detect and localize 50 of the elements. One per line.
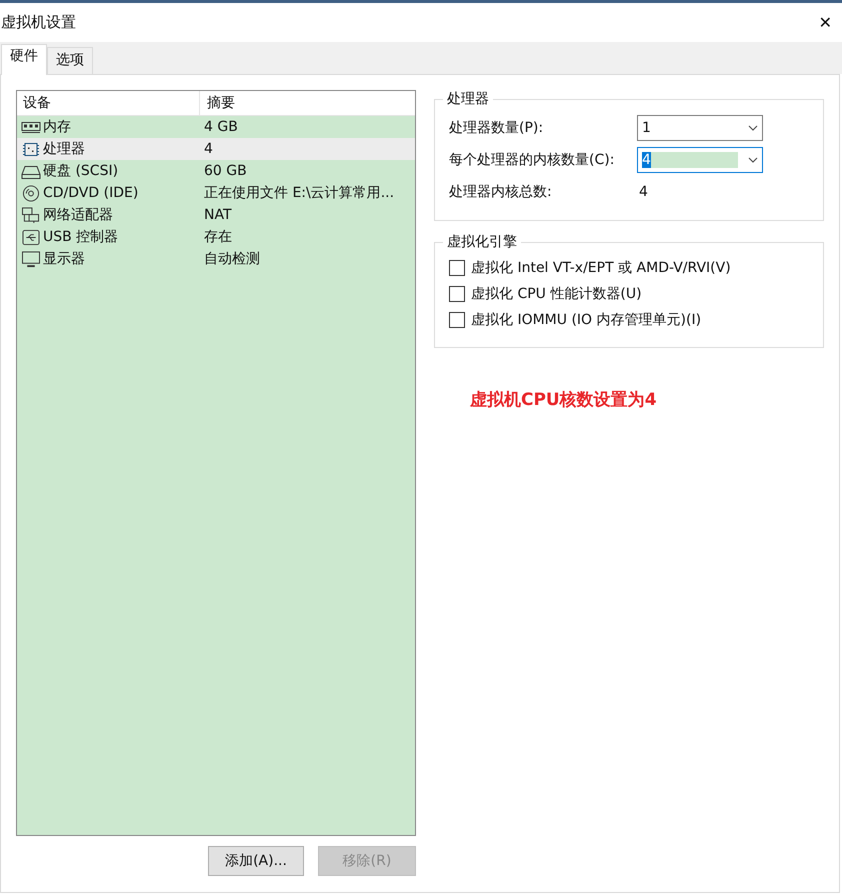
checkbox-label: 虚拟化 CPU 性能计数器(U) <box>471 285 642 303</box>
tab[interactable]: 选项 <box>47 47 93 74</box>
group-title: 虚拟化引擎 <box>446 233 518 251</box>
device-summary: NAT <box>203 207 232 223</box>
close-button[interactable]: ✕ <box>814 13 836 32</box>
device-name: 显示器 <box>43 250 85 268</box>
field-label: 处理器数量(P): <box>449 119 544 137</box>
device-summary: 自动检测 <box>203 250 260 268</box>
checkbox[interactable] <box>449 312 465 328</box>
dropdown[interactable]: 4 <box>637 147 763 173</box>
checkbox[interactable] <box>449 286 465 302</box>
total-value: 4 <box>638 184 648 200</box>
device-summary: 4 <box>203 141 213 157</box>
chevron-icon <box>748 125 758 131</box>
device-summary: 60 GB <box>203 163 247 179</box>
monitor-icon <box>21 250 41 268</box>
disc-icon <box>21 184 41 202</box>
device-row[interactable]: 网络适配器 NAT <box>17 204 415 226</box>
device-summary: 4 GB <box>203 119 238 135</box>
dropdown[interactable]: 1 <box>637 115 763 141</box>
field-label: 处理器内核总数: <box>449 183 553 201</box>
chip-icon <box>21 140 41 158</box>
window-title: 虚拟机设置 <box>1 13 76 32</box>
usb-icon <box>21 228 41 246</box>
device-summary: 存在 <box>203 228 232 246</box>
device-row[interactable]: USB 控制器 存在 <box>17 226 415 248</box>
checkbox-label: 虚拟化 Intel VT-x/EPT 或 AMD-V/RVI(V) <box>471 259 731 277</box>
dialog-button[interactable]: 添加(A)... <box>208 846 304 876</box>
device-name: 处理器 <box>43 140 85 158</box>
checkbox-label: 虚拟化 IOMMU (IO 内存管理单元)(I) <box>471 311 702 329</box>
group-title: 处理器 <box>446 90 490 108</box>
device-name: 内存 <box>43 118 71 136</box>
device-name: CD/DVD (IDE) <box>43 185 138 201</box>
device-summary: 正在使用文件 E:\云计算常用... <box>203 184 394 202</box>
device-name: USB 控制器 <box>43 228 118 246</box>
device-row[interactable]: CD/DVD (IDE) 正在使用文件 E:\云计算常用... <box>17 182 415 204</box>
annotation-text: 虚拟机CPU核数设置为4 <box>470 389 658 411</box>
network-icon <box>21 206 41 224</box>
device-name: 网络适配器 <box>43 206 113 224</box>
device-name: 硬盘 (SCSI) <box>43 162 118 180</box>
tab[interactable]: 硬件 <box>1 44 47 75</box>
column-header[interactable]: 设备 <box>17 91 200 115</box>
checkbox[interactable] <box>449 260 465 276</box>
device-row[interactable]: 处理器 4 <box>17 138 415 160</box>
device-row[interactable]: 内存 4 GB <box>17 116 415 138</box>
column-header[interactable]: 摘要 <box>200 91 235 115</box>
device-row[interactable]: 显示器 自动检测 <box>17 248 415 270</box>
chevron-icon <box>748 157 758 163</box>
device-row[interactable]: 硬盘 (SCSI) 60 GB <box>17 160 415 182</box>
field-label: 每个处理器的内核数量(C): <box>449 151 616 169</box>
